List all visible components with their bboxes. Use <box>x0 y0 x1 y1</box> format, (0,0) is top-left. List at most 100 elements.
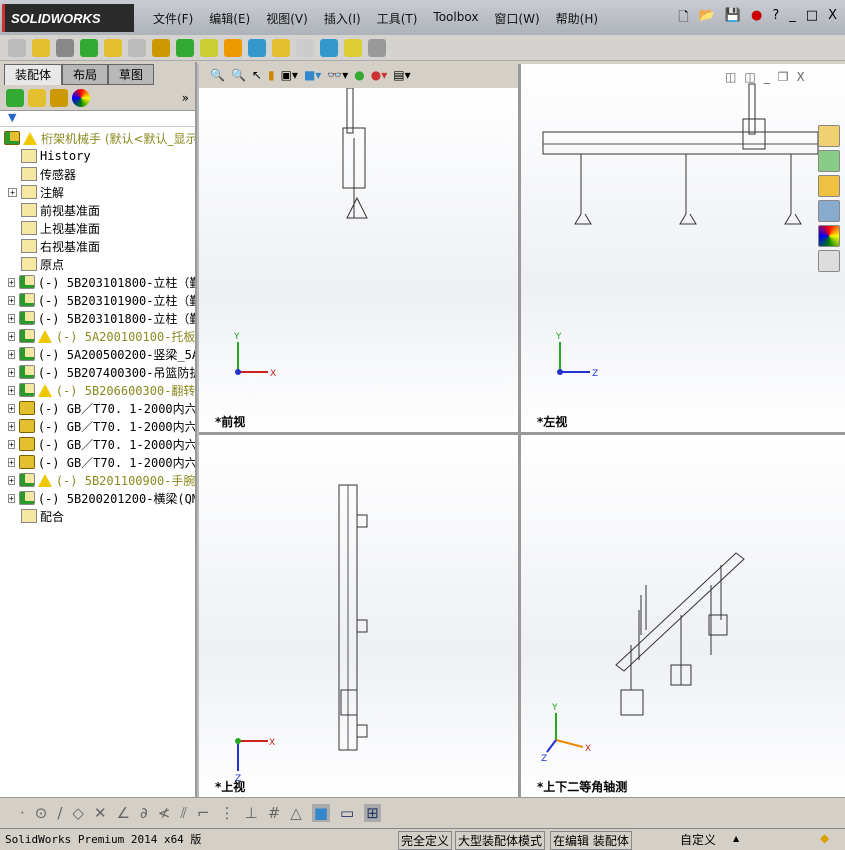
appearances-icon[interactable] <box>818 225 840 247</box>
tree-item[interactable]: + (-) 5B201100900-手腕（A <box>0 471 195 489</box>
menu-edit[interactable]: 编辑(E) <box>201 10 258 27</box>
assembly-features-icon[interactable] <box>176 38 194 57</box>
expand-icon[interactable]: + <box>8 439 15 449</box>
exploded-view-icon[interactable] <box>272 38 290 57</box>
section-view-icon[interactable]: ▮ <box>268 68 275 82</box>
tree-item[interactable]: + (-) 5B200201200-横梁(QMD 8 <box>0 489 195 507</box>
tree-item[interactable]: + (-) GB／T70. 1-2000内六角[ <box>0 435 195 453</box>
viewport-left[interactable]: Y Z *左视 <box>521 64 845 432</box>
dimension-icon[interactable]: ⊥ <box>245 804 258 822</box>
new-motion-study-icon[interactable] <box>224 38 242 57</box>
viewport-front[interactable]: Y X *前视 <box>199 88 518 432</box>
expand-icon[interactable]: + <box>8 349 15 359</box>
tree-item[interactable]: + (-) GB／T70. 1-2000内六角[ <box>0 453 195 471</box>
show-hidden-icon[interactable] <box>152 38 170 57</box>
menu-tools[interactable]: 工具(T) <box>369 10 426 27</box>
help-icon[interactable]: ? <box>772 8 779 30</box>
view-orientation-icon[interactable]: ▣▾ <box>281 68 298 82</box>
viewport-top[interactable]: X Z *上视 <box>199 435 518 797</box>
expand-icon[interactable]: + <box>8 493 15 503</box>
tag-icon[interactable]: ◆ <box>820 831 829 845</box>
zoom-area-icon[interactable]: 🔍 <box>231 68 246 82</box>
edit-appearance-icon[interactable]: ● <box>354 68 364 82</box>
viewport-isometric[interactable]: Y X Z *上下二等角轴测 <box>521 435 845 797</box>
hide-show-items-icon[interactable]: 👓▾ <box>327 68 348 82</box>
previous-view-icon[interactable]: ↖ <box>252 68 262 82</box>
zoom-to-fit-icon[interactable]: 🔍 <box>210 68 225 82</box>
expand-icon[interactable]: + <box>8 187 17 197</box>
viewport-close-icon[interactable]: X <box>796 70 804 84</box>
tree-item[interactable]: + (-) GB／T70. 1-2000内六角[ <box>0 417 195 435</box>
point-icon[interactable]: · <box>20 804 25 822</box>
polygon-icon[interactable]: ◇ <box>72 804 84 822</box>
viewport-splitter-horizontal[interactable] <box>199 432 845 435</box>
menu-help[interactable]: 帮助(H) <box>548 10 606 27</box>
menu-file[interactable]: 文件(F) <box>145 10 201 27</box>
configuration-manager-icon[interactable] <box>50 88 68 107</box>
expand-icon[interactable]: + <box>8 421 15 431</box>
interference-detection-icon[interactable] <box>320 38 338 57</box>
linear-pattern-icon[interactable] <box>80 38 98 57</box>
design-library-icon[interactable] <box>818 150 840 172</box>
menu-toolbox[interactable]: Toolbox <box>425 10 486 27</box>
maximize-icon[interactable]: □ <box>806 8 818 30</box>
tree-item[interactable]: + (-) 5B203101900-立柱（勤美 <box>0 291 195 309</box>
viewport-minimize-icon[interactable]: _ <box>764 70 770 84</box>
menu-window[interactable]: 窗口(W) <box>486 10 547 27</box>
tree-item[interactable]: + (-) 5B206600300-翻转台组 <box>0 381 195 399</box>
instant3d-icon[interactable] <box>368 38 386 57</box>
expand-icon[interactable]: + <box>8 475 15 485</box>
minimize-icon[interactable]: _ <box>789 8 796 30</box>
parallel-icon[interactable]: ⫽ <box>180 804 187 822</box>
smart-fasteners-icon[interactable] <box>104 38 122 57</box>
apply-scene-icon[interactable]: ●▾ <box>371 68 388 82</box>
tree-item[interactable]: History <box>0 147 195 165</box>
tab-sketch[interactable]: 草图 <box>108 64 155 85</box>
tab-layout[interactable]: 布局 <box>62 64 109 85</box>
construction-icon[interactable]: ⋮ <box>220 804 235 822</box>
triangle-icon[interactable]: △ <box>290 804 302 822</box>
property-manager-icon[interactable] <box>28 88 46 107</box>
single-view-icon[interactable]: ▭ <box>340 804 354 822</box>
expand-icon[interactable]: + <box>8 295 15 305</box>
explode-line-sketch-icon[interactable] <box>296 38 314 57</box>
insert-component-icon[interactable] <box>8 38 26 57</box>
tab-assembly[interactable]: 装配体 <box>4 64 63 85</box>
view-settings-icon[interactable]: ▤▾ <box>393 68 410 82</box>
expand-icon[interactable]: + <box>8 277 15 287</box>
fillet-icon[interactable]: ∂ <box>140 804 148 822</box>
clearance-verification-icon[interactable] <box>344 38 362 57</box>
tree-root[interactable]: 桁架机械手 (默认<默认_显示状态-1>) <box>0 129 195 147</box>
tree-item[interactable]: 右视基准面 <box>0 237 195 255</box>
reference-geometry-icon[interactable] <box>200 38 218 57</box>
display-style-icon[interactable]: ■▾ <box>304 68 321 82</box>
new-file-icon[interactable]: 🗋 <box>678 8 688 30</box>
bill-of-materials-icon[interactable] <box>248 38 266 57</box>
four-view-icon[interactable]: ⊞ <box>364 803 381 822</box>
menu-insert[interactable]: 插入(I) <box>316 10 369 27</box>
expand-icon[interactable]: + <box>8 331 15 341</box>
tree-item[interactable]: 配合 <box>0 507 195 525</box>
move-component-icon[interactable] <box>128 38 146 57</box>
expand-panel-icon[interactable]: » <box>182 91 189 105</box>
file-explorer-icon[interactable] <box>818 175 840 197</box>
perpendicular-icon[interactable]: ⌐ <box>197 804 210 822</box>
viewport-splitter-vertical[interactable] <box>518 64 521 797</box>
expand-icon[interactable]: + <box>8 457 15 467</box>
tree-item[interactable]: + (-) GB／T70. 1-2000内六角[ <box>0 399 195 417</box>
filter-icon[interactable]: ▼ <box>0 111 195 127</box>
rebuild-icon[interactable]: ● <box>751 8 762 30</box>
tree-item[interactable]: + (-) 5A200100100-托板<1> <box>0 327 195 345</box>
units-up-arrow-icon[interactable]: ▲ <box>733 834 739 843</box>
solidworks-resources-icon[interactable] <box>818 125 840 147</box>
viewport-split-icon[interactable]: ◫ <box>725 70 736 84</box>
tree-item[interactable]: 原点 <box>0 255 195 273</box>
tree-item[interactable]: + (-) 5B203101800-立柱（勤美 <box>0 309 195 327</box>
trim-icon[interactable]: ✕ <box>94 804 107 822</box>
expand-icon[interactable]: + <box>8 313 15 323</box>
save-icon[interactable]: 💾 <box>725 8 741 30</box>
tree-item[interactable]: 前视基准面 <box>0 201 195 219</box>
circle-icon[interactable]: ⊙ <box>35 804 48 822</box>
tree-item[interactable]: 上视基准面 <box>0 219 195 237</box>
close-icon[interactable]: X <box>828 8 837 30</box>
